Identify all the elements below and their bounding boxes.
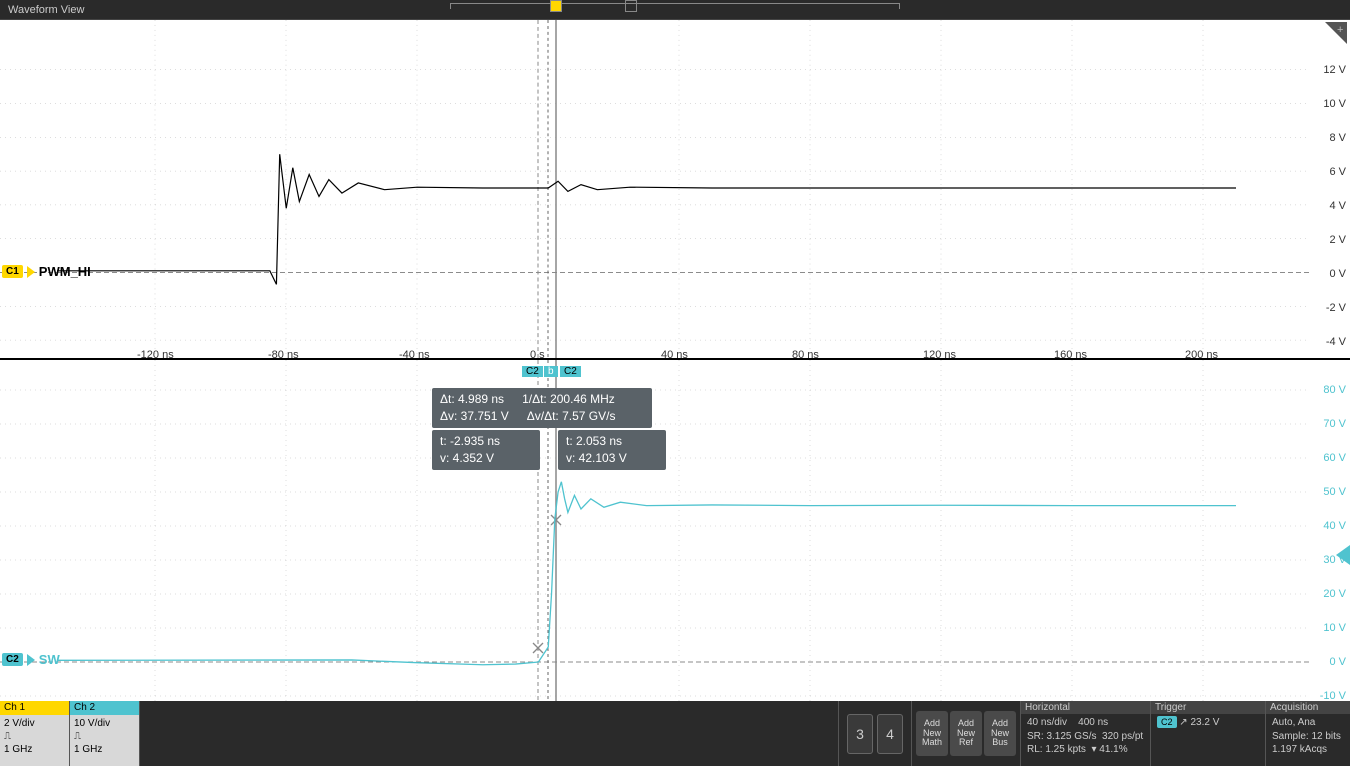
ch2-v-tick: 60 V: [1323, 452, 1346, 464]
waveform-area[interactable]: C1 PWM_HI -120 ns-80 ns-40 ns0 s40 ns80 …: [0, 20, 1350, 701]
ch2-v-tick: 80 V: [1323, 384, 1346, 396]
cursor-b-box[interactable]: t: 2.053 ns v: 42.103 V: [558, 430, 666, 470]
cursor-b-t: t: 2.053 ns: [566, 433, 658, 450]
timebar-overview[interactable]: [450, 3, 900, 15]
ch2-caret-icon: [27, 654, 35, 666]
button-3[interactable]: 3: [847, 714, 873, 754]
ch1-v-tick: 10 V: [1323, 98, 1346, 110]
grid-ch2: [0, 360, 1350, 701]
acq-mode: Auto, Ana: [1272, 716, 1344, 730]
ch1-v-tick: 4 V: [1329, 200, 1346, 212]
spacer: [140, 701, 838, 766]
add-ref-button[interactable]: Add New Ref: [950, 711, 982, 756]
h-rl: RL: 1.25 kpts: [1027, 744, 1086, 755]
acquisition-panel[interactable]: Acquisition Auto, Ana Sample: 12 bits 1.…: [1265, 701, 1350, 766]
cursor-b-v: v: 42.103 V: [566, 450, 658, 467]
cursor-a-t: t: -2.935 ns: [440, 433, 532, 450]
cursor-a-box[interactable]: t: -2.935 ns v: 4.352 V: [432, 430, 540, 470]
grid-ch1: [0, 20, 1350, 358]
ch1-v-tick: 0 V: [1329, 268, 1346, 280]
right-panels: 3 4 Add New Math Add New Ref Add New Bus…: [838, 701, 1350, 766]
ch1-caret-icon: [27, 266, 35, 278]
ch1-scale: 2 V/div: [4, 717, 65, 730]
trigger-ch: C2: [1157, 716, 1177, 728]
ch2-v-tick: 20 V: [1323, 588, 1346, 600]
ch1-v-tick: 8 V: [1329, 132, 1346, 144]
title: Waveform View: [8, 4, 84, 16]
ch1-v-tick: -4 V: [1326, 336, 1346, 348]
ch2-panel[interactable]: Ch 2 10 V/div ⎍ 1 GHz: [70, 701, 140, 766]
waveform-panel-ch1[interactable]: C1 PWM_HI: [0, 20, 1350, 360]
cursor-dt: Δt: 4.989 ns: [440, 391, 504, 408]
ch1-v-tick: -2 V: [1326, 302, 1346, 314]
acq-acqs: 1.197 kAcqs: [1272, 743, 1344, 757]
ch2-v-tick: 50 V: [1323, 486, 1346, 498]
trigger-title: Trigger: [1151, 701, 1265, 714]
ch1-name: PWM_HI: [39, 264, 91, 279]
ch1-panel-body: 2 V/div ⎍ 1 GHz: [0, 715, 69, 766]
num-buttons: 3 4: [838, 701, 911, 766]
cursor-dv: Δv: 37.751 V: [440, 408, 509, 425]
h-sr: SR: 3.125 GS/s: [1027, 731, 1096, 742]
ch1-badge: C1: [2, 265, 23, 278]
cursor-invdt: 1/Δt: 200.46 MHz: [522, 391, 615, 408]
trigger-edge-icon: ↗: [1179, 717, 1187, 728]
titlebar: Waveform View: [0, 0, 1350, 20]
zoom-icon[interactable]: [1325, 22, 1347, 44]
cursor-tag-b[interactable]: b: [544, 366, 558, 377]
cursor-slope: Δv/Δt: 7.57 GV/s: [527, 408, 616, 425]
ch1-bw: 1 GHz: [4, 743, 65, 756]
trigger-level-arrow-icon[interactable]: [1336, 545, 1350, 565]
trigger-pos-marker[interactable]: [550, 0, 562, 12]
horizontal-title: Horizontal: [1021, 701, 1150, 714]
ch2-v-tick: 70 V: [1323, 418, 1346, 430]
ch2-v-tick: 40 V: [1323, 520, 1346, 532]
h-pos: 400 ns: [1078, 717, 1108, 728]
ch1-v-tick: 12 V: [1323, 64, 1346, 76]
ch2-name: SW: [39, 652, 60, 667]
cursor-delta-box[interactable]: Δt: 4.989 ns 1/Δt: 200.46 MHz Δv: 37.751…: [432, 388, 652, 428]
cursor-a-v: v: 4.352 V: [440, 450, 532, 467]
h-scale: 40 ns/div: [1027, 717, 1067, 728]
ch2-panel-title: Ch 2: [70, 701, 139, 715]
ch2-v-tick: 10 V: [1323, 622, 1346, 634]
horizontal-panel[interactable]: Horizontal 40 ns/div 400 ns SR: 3.125 GS…: [1020, 701, 1150, 766]
ch1-v-tick: 6 V: [1329, 166, 1346, 178]
ch1-coupling-icon: ⎍: [4, 730, 65, 743]
trigger-panel[interactable]: Trigger C2 ↗ 23.2 V: [1150, 701, 1265, 766]
ch2-badge: C2: [2, 653, 23, 666]
ch2-v-tick: 0 V: [1329, 656, 1346, 668]
ch2-panel-body: 10 V/div ⎍ 1 GHz: [70, 715, 139, 766]
ch2-coupling-icon: ⎍: [74, 730, 135, 743]
acq-sample: Sample: 12 bits: [1272, 730, 1344, 744]
ch2-bw: 1 GHz: [74, 743, 135, 756]
ch1-label-group[interactable]: C1 PWM_HI: [2, 264, 91, 279]
ch1-panel-title: Ch 1: [0, 701, 69, 715]
h-res: 320 ps/pt: [1102, 731, 1143, 742]
h-pct: ▾ 41.1%: [1091, 744, 1127, 755]
cursor-tag-a[interactable]: C2: [522, 366, 543, 377]
ch1-v-tick: 2 V: [1329, 234, 1346, 246]
add-math-button[interactable]: Add New Math: [916, 711, 948, 756]
ch2-label-group[interactable]: C2 SW: [2, 652, 60, 667]
acq-title: Acquisition: [1266, 701, 1350, 714]
button-4[interactable]: 4: [877, 714, 903, 754]
trigger-marker-secondary[interactable]: [625, 0, 637, 12]
ch2-scale: 10 V/div: [74, 717, 135, 730]
ch1-panel[interactable]: Ch 1 2 V/div ⎍ 1 GHz: [0, 701, 70, 766]
add-bus-button[interactable]: Add New Bus: [984, 711, 1016, 756]
add-buttons: Add New Math Add New Ref Add New Bus: [911, 701, 1020, 766]
bottom-bar: Ch 1 2 V/div ⎍ 1 GHz Ch 2 10 V/div ⎍ 1 G…: [0, 701, 1350, 766]
trigger-level: 23.2 V: [1190, 717, 1219, 728]
cursor-tag-c[interactable]: C2: [560, 366, 581, 377]
waveform-panel-ch2[interactable]: C2 b C2 Δt: 4.989 ns 1/Δt: 200.46 MHz Δv…: [0, 360, 1350, 701]
